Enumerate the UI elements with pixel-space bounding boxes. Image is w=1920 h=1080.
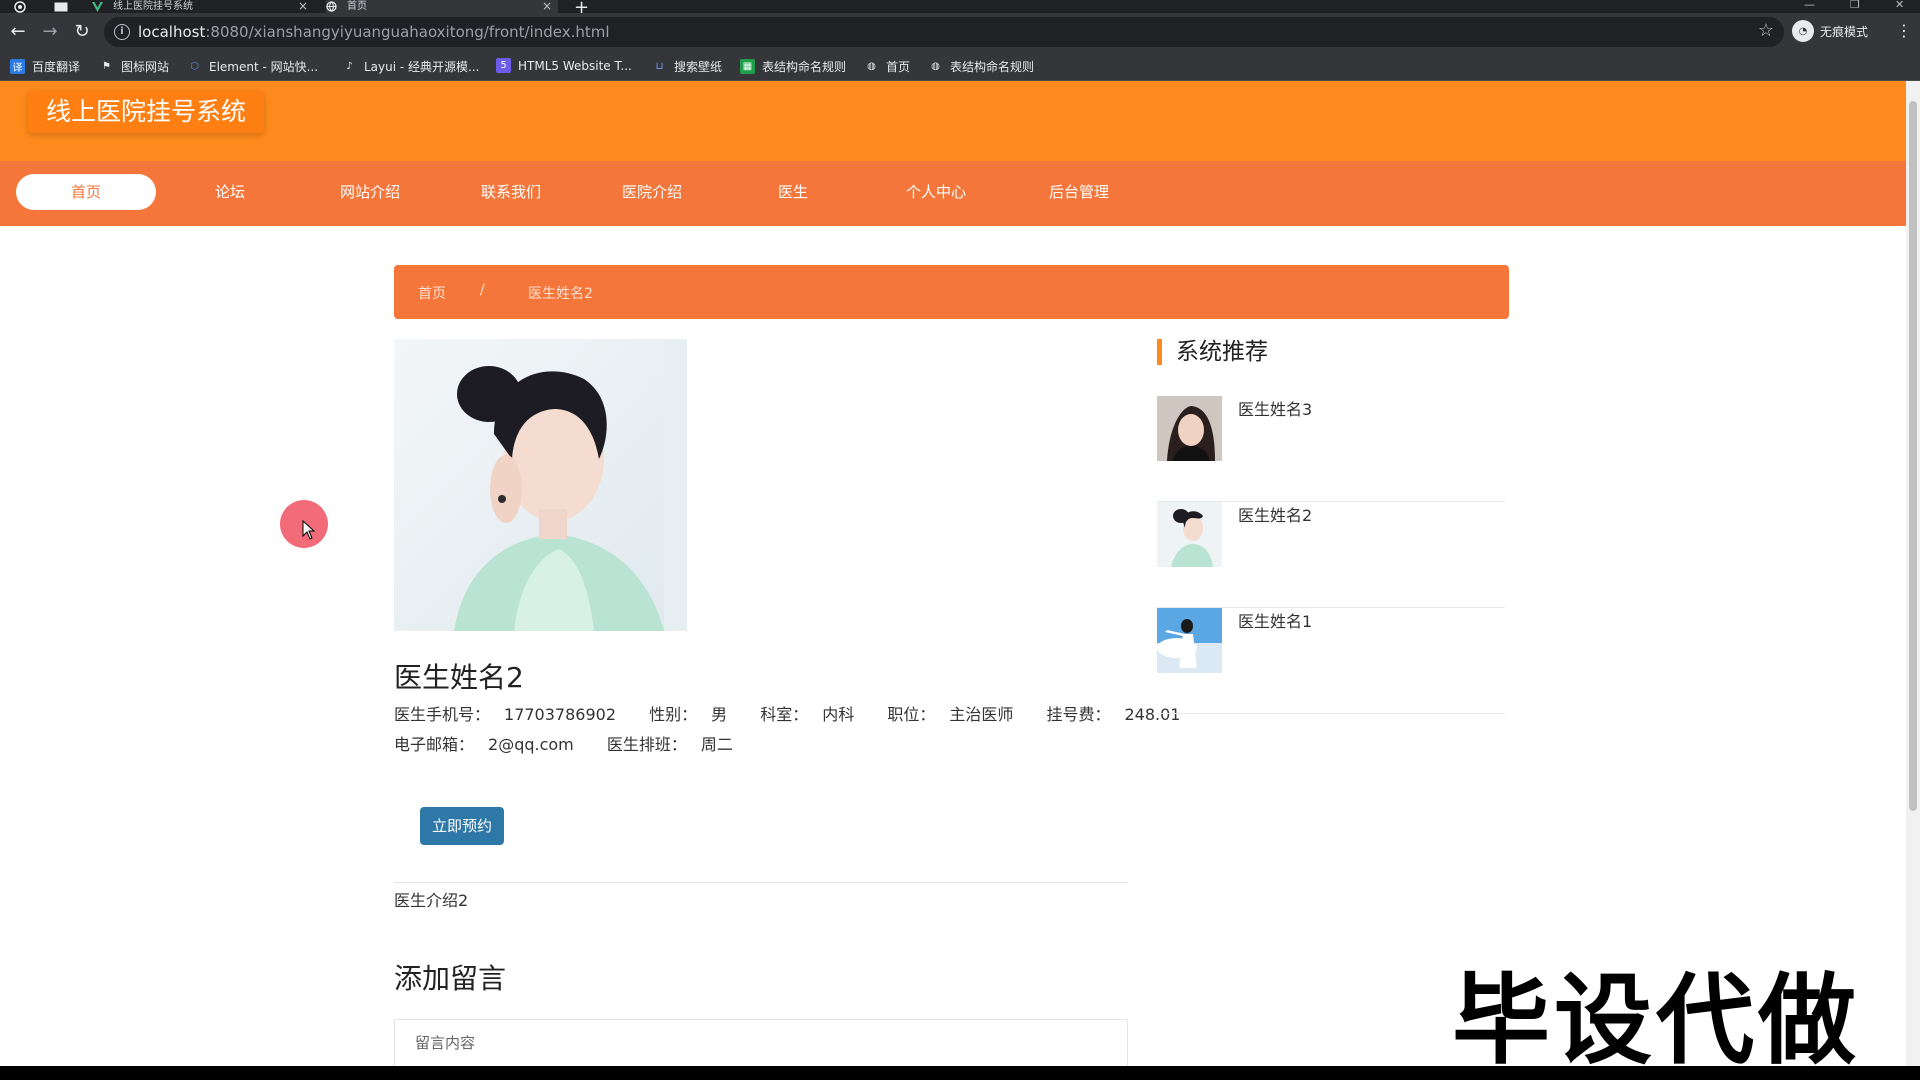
reload-icon[interactable]: ↻ [70,19,94,43]
bookmark-item[interactable]: ⊔ 搜索壁纸 [652,58,722,75]
breadcrumb: 首页 / 医生姓名2 [394,265,1509,319]
nav-contact[interactable]: 联系我们 [441,174,581,210]
nav-personal-center[interactable]: 个人中心 [866,174,1006,210]
mouse-cursor-icon [302,520,316,540]
recommend-thumbnail[interactable] [1157,502,1222,567]
recommend-item[interactable]: 医生姓名1 [1157,608,1505,714]
recommend-title: 系统推荐 [1157,339,1268,365]
bookmark-item[interactable]: ◍ 表结构命名规则 [928,58,1034,75]
incognito-profile[interactable]: ◔ 无痕模式 [1792,20,1868,42]
doctor-position: 职位： 主治医师 [887,705,1014,724]
tab-title: 线上医院挂号系统 [113,1,193,12]
bottom-strip [0,1066,1920,1080]
doctor-department: 科室： 内科 [760,705,855,724]
message-input[interactable] [394,1019,1128,1066]
more-menu-icon[interactable]: ⋮ [1896,21,1912,40]
nav-forum[interactable]: 论坛 [160,174,300,210]
url-text[interactable]: localhost:8080/xianshangyiyuanguahaoxito… [138,23,610,41]
globe-icon [326,1,337,12]
recommend-name[interactable]: 医生姓名2 [1238,502,1312,526]
recommend-thumbnail[interactable] [1157,396,1222,461]
browser-tab-strip: 线上医院挂号系统 × 首页 × + — ❐ ✕ [0,0,1920,18]
bookmark-item[interactable]: ◍ 首页 [864,58,910,75]
close-icon[interactable]: × [298,0,308,13]
doctor-gender: 性别：男 [649,705,728,724]
layui-icon: ♪ [346,61,353,72]
nav-site-intro[interactable]: 网站介绍 [300,174,440,210]
doctor-name: 医生姓名2 [394,661,524,694]
doctor-info-line-1: 医生手机号： 17703786902 性别：男 科室： 内科 职位： 主治医师 挂号费… [394,701,1208,725]
bookmarks-bar: 译百度翻译 ⚑ 图标网站 ⬡ Element - 网站快... ♪ Layui - 经… [0,51,1920,81]
site-title[interactable]: 线上医院挂号系统 [28,91,265,133]
add-message-title: 添加留言 [394,962,507,995]
globe-icon: ◍ [931,61,940,72]
element-icon: ⬡ [190,61,199,72]
web-page: 线上医院挂号系统 首页 论坛 网站介绍 联系我们 医院介绍 医生 个人中心 后台… [0,81,1906,1066]
recommend-item[interactable]: 医生姓名3 [1157,396,1505,502]
globe-icon: ◍ [867,61,876,72]
page-scrollbar[interactable] [1906,81,1920,1066]
browser-toolbar: ← → ↻ i localhost:8080/xianshangyiyuangu… [0,13,1920,51]
html5-icon: 5 [496,58,511,73]
doctor-photo [394,339,687,631]
bookmark-item[interactable]: ▦ 表结构命名规则 [740,58,846,75]
profile-label: 无痕模式 [1820,24,1869,39]
nav-doctor[interactable]: 医生 [723,174,863,210]
wallpaper-icon: ⊔ [655,61,664,72]
tab-home[interactable]: 首页 × [326,0,558,13]
divider [394,882,1128,883]
forward-icon[interactable]: → [38,19,62,43]
recommend-item[interactable]: 医生姓名2 [1157,502,1505,608]
watermark-text: 毕设代做 [1452,964,1861,1066]
bookmark-item[interactable]: ♪ Layui - 经典开源模... [342,58,479,75]
chrome-menu-icon[interactable] [14,0,26,13]
main-nav: 首页 论坛 网站介绍 联系我们 医院介绍 医生 个人中心 后台管理 [0,161,1906,226]
tab-admin[interactable]: 线上医院挂号系统 × [92,0,314,13]
bookmark-item[interactable]: 5 HTML5 Website T... [496,58,632,73]
recommend-name[interactable]: 医生姓名1 [1238,608,1312,632]
breadcrumb-home[interactable]: 首页 [418,283,446,303]
close-window-icon[interactable]: ✕ [1895,0,1904,11]
bookmark-item[interactable]: 译百度翻译 [10,58,80,75]
scrollbar-thumb[interactable] [1909,101,1917,811]
doctor-info-line-2: 电子邮箱： 2@qq.com 医生排班： 周二 [394,731,761,755]
doctor-phone: 医生手机号： 17703786902 [394,705,616,724]
translate-icon: 译 [10,59,25,74]
nav-admin[interactable]: 后台管理 [1009,174,1149,210]
site-header: 线上医院挂号系统 [0,81,1906,161]
bookmark-item[interactable]: ⬡ Element - 网站快... [187,58,318,75]
nav-hospital-intro[interactable]: 医院介绍 [582,174,722,210]
flag-icon: ⚑ [102,61,111,72]
tab-title: 首页 [347,1,367,12]
vue-icon [92,1,103,12]
incognito-icon: ◔ [1792,20,1814,42]
recommend-name[interactable]: 医生姓名3 [1238,396,1312,420]
nav-home[interactable]: 首页 [16,174,156,210]
address-bar[interactable]: i localhost:8080/xianshangyiyuanguahaoxi… [104,17,1784,47]
info-icon[interactable]: i [114,24,130,40]
recommend-thumbnail[interactable] [1157,608,1222,673]
back-icon[interactable]: ← [6,19,30,43]
bookmark-item[interactable]: ⚑ 图标网站 [99,58,169,75]
minimize-icon[interactable]: — [1804,0,1815,11]
close-icon[interactable]: × [542,0,552,13]
breadcrumb-separator: / [480,282,485,298]
breadcrumb-current: 医生姓名2 [528,286,593,302]
restore-icon[interactable]: ❐ [1850,0,1860,11]
book-now-button[interactable]: 立即预约 [420,807,504,845]
sheet-icon: ▦ [740,59,755,74]
doctor-schedule: 医生排班： 周二 [606,735,733,754]
doctor-intro: 医生介绍2 [394,891,469,910]
tab-search-icon[interactable] [54,0,68,13]
bookmark-star-icon[interactable]: ☆ [1758,20,1774,41]
doctor-email: 电子邮箱： 2@qq.com [394,735,574,754]
